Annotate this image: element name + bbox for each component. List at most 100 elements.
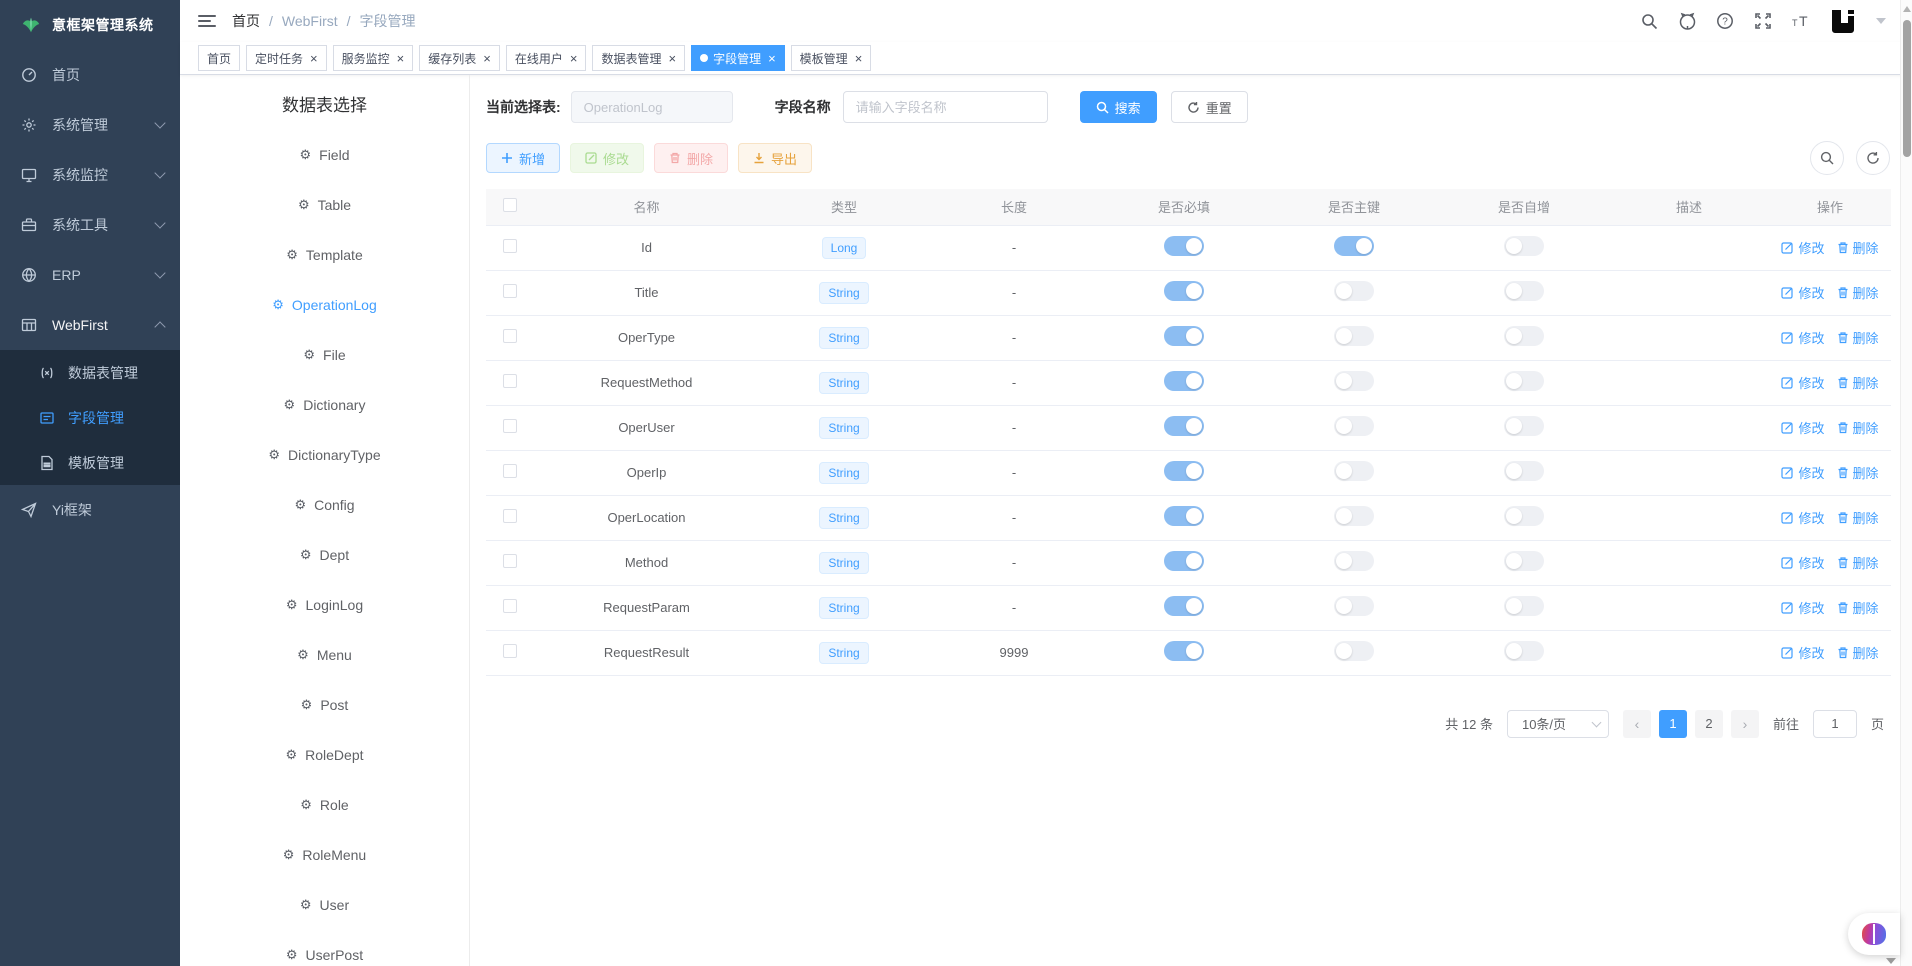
show-search-button[interactable] bbox=[1810, 141, 1844, 175]
row-edit-link[interactable]: 修改 bbox=[1781, 283, 1824, 302]
primary-key-switch-off[interactable] bbox=[1334, 596, 1374, 616]
row-checkbox[interactable] bbox=[503, 509, 517, 523]
row-delete-link[interactable]: 删除 bbox=[1837, 283, 1879, 302]
row-checkbox[interactable] bbox=[503, 374, 517, 388]
edit-button[interactable]: 修改 bbox=[570, 143, 644, 173]
row-delete-link[interactable]: 删除 bbox=[1837, 418, 1879, 437]
row-checkbox[interactable] bbox=[503, 464, 517, 478]
required-switch-on[interactable] bbox=[1164, 551, 1204, 571]
ai-assistant-collapse-icon[interactable] bbox=[1886, 958, 1896, 964]
sidebar-item-数据表管理[interactable]: 数据表管理 bbox=[0, 350, 180, 395]
next-page-button[interactable]: › bbox=[1731, 710, 1759, 738]
tree-item-Dept[interactable]: ⚙Dept bbox=[180, 530, 469, 580]
sidebar-collapse-icon[interactable] bbox=[198, 15, 216, 27]
primary-key-switch-off[interactable] bbox=[1334, 461, 1374, 481]
required-switch-on[interactable] bbox=[1164, 641, 1204, 661]
primary-key-switch-on[interactable] bbox=[1334, 236, 1374, 256]
prev-page-button[interactable]: ‹ bbox=[1623, 710, 1651, 738]
auto-increment-switch-off[interactable] bbox=[1504, 506, 1544, 526]
close-icon[interactable]: × bbox=[397, 52, 405, 65]
row-checkbox[interactable] bbox=[503, 329, 517, 343]
page-button-2[interactable]: 2 bbox=[1695, 710, 1723, 738]
sidebar-item-ERP[interactable]: ERP bbox=[0, 250, 180, 300]
delete-button[interactable]: 删除 bbox=[654, 143, 728, 173]
row-delete-link[interactable]: 删除 bbox=[1837, 463, 1879, 482]
sidebar-item-模板管理[interactable]: 模板管理 bbox=[0, 440, 180, 485]
tab-在线用户[interactable]: 在线用户× bbox=[506, 45, 587, 71]
tree-item-Config[interactable]: ⚙Config bbox=[180, 480, 469, 530]
scrollbar[interactable] bbox=[1900, 0, 1912, 966]
close-icon[interactable]: × bbox=[768, 52, 776, 65]
tree-item-Dictionary[interactable]: ⚙Dictionary bbox=[180, 380, 469, 430]
primary-key-switch-off[interactable] bbox=[1334, 416, 1374, 436]
font-size-icon[interactable]: T T bbox=[1791, 11, 1811, 31]
tab-服务监控[interactable]: 服务监控× bbox=[333, 45, 414, 71]
required-switch-on[interactable] bbox=[1164, 416, 1204, 436]
primary-key-switch-off[interactable] bbox=[1334, 281, 1374, 301]
row-checkbox[interactable] bbox=[503, 554, 517, 568]
tree-item-RoleDept[interactable]: ⚙RoleDept bbox=[180, 730, 469, 780]
auto-increment-switch-off[interactable] bbox=[1504, 551, 1544, 571]
sidebar-item-系统监控[interactable]: 系统监控 bbox=[0, 150, 180, 200]
tree-item-Field[interactable]: ⚙Field bbox=[180, 130, 469, 180]
row-edit-link[interactable]: 修改 bbox=[1781, 373, 1824, 392]
ai-assistant-button[interactable] bbox=[1848, 913, 1900, 955]
row-edit-link[interactable]: 修改 bbox=[1781, 238, 1824, 257]
breadcrumb-item[interactable]: 首页 bbox=[232, 11, 260, 31]
scrollbar-thumb[interactable] bbox=[1903, 20, 1911, 157]
sidebar-item-WebFirst[interactable]: WebFirst bbox=[0, 300, 180, 350]
required-switch-on[interactable] bbox=[1164, 371, 1204, 391]
row-delete-link[interactable]: 删除 bbox=[1837, 238, 1879, 257]
row-checkbox[interactable] bbox=[503, 239, 517, 253]
row-checkbox[interactable] bbox=[503, 284, 517, 298]
primary-key-switch-off[interactable] bbox=[1334, 506, 1374, 526]
user-avatar[interactable] bbox=[1829, 8, 1856, 35]
row-delete-link[interactable]: 删除 bbox=[1837, 508, 1879, 527]
row-edit-link[interactable]: 修改 bbox=[1781, 418, 1824, 437]
primary-key-switch-off[interactable] bbox=[1334, 326, 1374, 346]
tree-item-File[interactable]: ⚙File bbox=[180, 330, 469, 380]
sidebar-item-系统管理[interactable]: 系统管理 bbox=[0, 100, 180, 150]
search-button[interactable]: 搜索 bbox=[1080, 91, 1157, 123]
row-edit-link[interactable]: 修改 bbox=[1781, 328, 1824, 347]
required-switch-on[interactable] bbox=[1164, 281, 1204, 301]
row-edit-link[interactable]: 修改 bbox=[1781, 643, 1824, 662]
sidebar-item-系统工具[interactable]: 系统工具 bbox=[0, 200, 180, 250]
auto-increment-switch-off[interactable] bbox=[1504, 236, 1544, 256]
row-delete-link[interactable]: 删除 bbox=[1837, 643, 1879, 662]
required-switch-on[interactable] bbox=[1164, 236, 1204, 256]
primary-key-switch-off[interactable] bbox=[1334, 551, 1374, 571]
row-checkbox[interactable] bbox=[503, 644, 517, 658]
sidebar-item-Yi框架[interactable]: Yi框架 bbox=[0, 485, 180, 535]
auto-increment-switch-off[interactable] bbox=[1504, 416, 1544, 436]
row-delete-link[interactable]: 删除 bbox=[1837, 553, 1879, 572]
row-edit-link[interactable]: 修改 bbox=[1781, 598, 1824, 617]
tree-item-Menu[interactable]: ⚙Menu bbox=[180, 630, 469, 680]
required-switch-on[interactable] bbox=[1164, 461, 1204, 481]
add-button[interactable]: 新增 bbox=[486, 143, 560, 173]
select-all-checkbox[interactable] bbox=[503, 198, 517, 212]
tree-item-RoleMenu[interactable]: ⚙RoleMenu bbox=[180, 830, 469, 880]
auto-increment-switch-off[interactable] bbox=[1504, 596, 1544, 616]
row-edit-link[interactable]: 修改 bbox=[1781, 508, 1824, 527]
row-delete-link[interactable]: 删除 bbox=[1837, 598, 1879, 617]
page-size-select[interactable]: 10条/页 bbox=[1507, 710, 1609, 738]
tab-模板管理[interactable]: 模板管理× bbox=[791, 45, 872, 71]
required-switch-on[interactable] bbox=[1164, 326, 1204, 346]
tree-item-Role[interactable]: ⚙Role bbox=[180, 780, 469, 830]
sidebar-item-字段管理[interactable]: 字段管理 bbox=[0, 395, 180, 440]
reset-button[interactable]: 重置 bbox=[1171, 91, 1248, 123]
close-icon[interactable]: × bbox=[310, 52, 318, 65]
tree-item-Template[interactable]: ⚙Template bbox=[180, 230, 469, 280]
row-edit-link[interactable]: 修改 bbox=[1781, 553, 1824, 572]
tree-item-OperationLog[interactable]: ⚙OperationLog bbox=[180, 280, 469, 330]
field-name-input[interactable] bbox=[843, 91, 1048, 123]
goto-page-input[interactable] bbox=[1813, 710, 1857, 738]
avatar-dropdown-caret-icon[interactable] bbox=[1876, 18, 1886, 24]
app-logo[interactable]: 意框架管理系统 bbox=[0, 0, 180, 50]
close-icon[interactable]: × bbox=[483, 52, 491, 65]
row-delete-link[interactable]: 删除 bbox=[1837, 328, 1879, 347]
close-icon[interactable]: × bbox=[855, 52, 863, 65]
tree-item-LoginLog[interactable]: ⚙LoginLog bbox=[180, 580, 469, 630]
auto-increment-switch-off[interactable] bbox=[1504, 641, 1544, 661]
